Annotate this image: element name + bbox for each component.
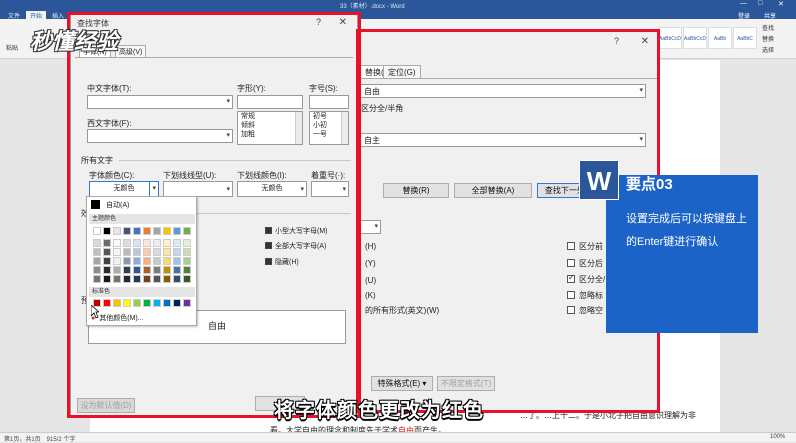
style-heading1[interactable]: AaBb bbox=[708, 27, 732, 49]
caption-subtitle: 将字体颜色更改为红色 bbox=[274, 400, 484, 422]
find-button[interactable]: 查找 bbox=[762, 23, 774, 32]
select-button[interactable]: 选择 bbox=[762, 45, 774, 54]
word-logo-icon: W bbox=[579, 160, 619, 200]
highlight-frame-font-dialog bbox=[67, 12, 361, 418]
tip-card bbox=[606, 175, 758, 333]
style-heading2[interactable]: AaBbC bbox=[733, 27, 757, 49]
watermark-logo: 秒懂经验 bbox=[30, 29, 119, 54]
tip-text: 设置完成后可以按键盘上的Enter键进行确认 bbox=[626, 213, 747, 248]
style-nospacing[interactable]: AaBbCcD bbox=[683, 27, 707, 49]
status-bar: 第1页，共1页 915/2 个字 100% bbox=[0, 432, 796, 443]
style-normal[interactable]: AaBbCcD bbox=[658, 27, 682, 49]
tip-title: 要点03 bbox=[626, 176, 673, 193]
paste-button[interactable]: 粘贴 bbox=[6, 43, 18, 52]
minimize-icon[interactable]: — bbox=[740, 0, 747, 7]
replace-ribbon-button[interactable]: 替换 bbox=[762, 34, 774, 43]
tab-home[interactable]: 开始 bbox=[26, 11, 47, 20]
document-title: 33（素材）.docx - Word bbox=[340, 4, 405, 10]
close-window-icon[interactable]: ✕ bbox=[778, 0, 784, 8]
zoom-level[interactable]: 100% bbox=[770, 434, 785, 440]
word-title-bar: 33（素材）.docx - Word — □ ✕ bbox=[0, 0, 796, 10]
maximize-icon[interactable]: □ bbox=[758, 0, 762, 7]
